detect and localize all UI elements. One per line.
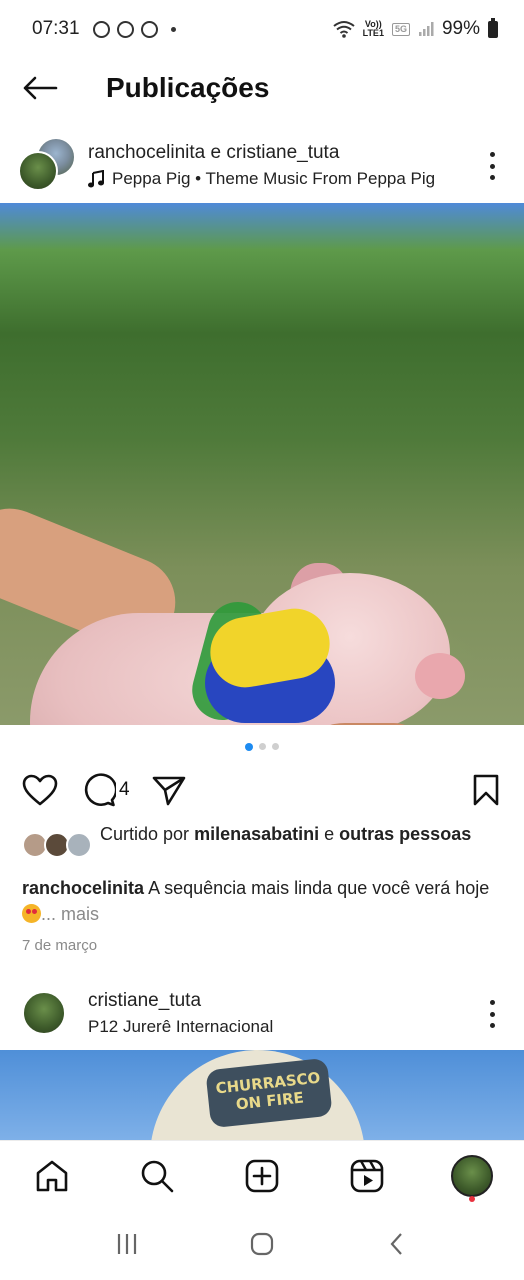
nav-reels[interactable] <box>337 1146 397 1206</box>
post-media[interactable] <box>0 203 524 725</box>
author-link[interactable]: cristiane_tuta <box>226 142 339 163</box>
collab-avatars[interactable] <box>18 137 80 193</box>
avatar <box>18 151 58 191</box>
wifi-icon <box>332 21 355 38</box>
liked-by-avatars <box>22 832 94 860</box>
liked-others[interactable]: outras pessoas <box>339 824 471 844</box>
image-pig-snout <box>415 653 465 699</box>
home-system-button[interactable] <box>249 1231 275 1262</box>
post-meta: ranchocelinita e cristiane_tuta Peppa Pi… <box>88 142 435 189</box>
system-navigation <box>0 1212 524 1280</box>
post-authors: cristiane_tuta <box>88 990 273 1012</box>
liked-user[interactable]: milenasabatini <box>194 824 319 844</box>
post-caption: ranchocelinita A sequência mais linda qu… <box>22 875 502 927</box>
post-actions: 4 <box>0 768 524 812</box>
caption-more-link[interactable]: ... mais <box>41 904 99 924</box>
status-bar: 07:31 Vo)) LTE1 5G 99% <box>0 0 524 58</box>
heart-icon <box>22 774 58 806</box>
music-note-icon <box>88 169 104 187</box>
caption-username[interactable]: ranchocelinita <box>22 878 144 898</box>
post-authors: ranchocelinita e cristiane_tuta <box>88 142 435 164</box>
more-dot <box>489 175 495 180</box>
bottom-navigation <box>0 1140 524 1210</box>
comment-icon <box>84 773 116 807</box>
status-left: 07:31 <box>32 18 176 40</box>
arrow-left-icon <box>23 76 58 100</box>
chevron-left-icon <box>390 1232 402 1255</box>
nav-search[interactable] <box>127 1146 187 1206</box>
nav-create[interactable] <box>232 1146 292 1206</box>
home-icon <box>37 1160 68 1191</box>
author-connector: e <box>210 141 222 163</box>
post-meta: cristiane_tuta P12 Jurerê Internacional <box>88 990 273 1037</box>
battery-percent: 99% <box>441 18 480 39</box>
messenger-icon <box>140 20 158 38</box>
post-options-button[interactable] <box>482 1000 502 1028</box>
plus-square-icon <box>245 1159 279 1192</box>
post-header: cristiane_tuta P12 Jurerê Internacional <box>0 978 524 1048</box>
more-dot <box>489 1011 495 1017</box>
author-avatar[interactable] <box>18 985 80 1041</box>
nav-home[interactable] <box>22 1146 82 1206</box>
back-button[interactable] <box>0 58 80 118</box>
comment-button[interactable]: 4 <box>82 773 130 807</box>
author-link[interactable]: ranchocelinita <box>88 142 205 163</box>
status-time: 07:31 <box>32 18 80 39</box>
bookmark-icon <box>473 774 499 806</box>
carousel-dot-active <box>245 743 253 751</box>
home-system-icon <box>250 1232 274 1255</box>
more-notifications-dot-icon <box>170 26 176 32</box>
recent-apps-button[interactable] <box>114 1231 140 1262</box>
volte-bottom: LTE1 <box>362 28 384 38</box>
author-link[interactable]: cristiane_tuta <box>88 990 201 1011</box>
signal-icon <box>418 22 434 36</box>
send-icon <box>152 776 185 806</box>
heart-eyes-emoji-icon <box>22 904 41 923</box>
avatar <box>22 991 66 1035</box>
location-text: P12 Jurerê Internacional <box>88 1016 274 1036</box>
status-right: Vo)) LTE1 5G 99% <box>332 17 498 40</box>
more-vertical-icon <box>489 152 495 157</box>
nav-profile[interactable] <box>442 1146 502 1206</box>
page-title: Publicações <box>106 72 270 103</box>
reels-icon <box>350 1159 384 1192</box>
app-header: Publicações <box>0 58 524 118</box>
back-system-button[interactable] <box>384 1231 410 1262</box>
network-type: 5G <box>391 22 410 36</box>
liked-prefix: Curtido por <box>100 824 190 844</box>
caption-text: A sequência mais linda que você verá hoj… <box>148 878 490 898</box>
liked-by[interactable]: Curtido por milenasabatini e outras pess… <box>22 822 502 860</box>
share-button[interactable] <box>152 774 186 806</box>
more-dot <box>489 1023 495 1028</box>
music-title: Peppa Pig • Theme Music From Peppa Pig <box>112 168 436 188</box>
music-attribution[interactable]: Peppa Pig • Theme Music From Peppa Pig <box>88 169 435 189</box>
post-media[interactable]: CHURRASCO ON FIRE <box>0 1050 524 1140</box>
notification-dot-icon <box>468 1195 475 1202</box>
like-button[interactable] <box>22 774 58 806</box>
carousel-dot <box>272 743 279 750</box>
comment-count: 4 <box>119 779 130 800</box>
battery-icon <box>488 17 498 38</box>
app-notification-icon <box>92 20 110 38</box>
post-header: ranchocelinita e cristiane_tuta Peppa Pi… <box>0 130 524 200</box>
avatar <box>66 832 92 858</box>
recent-apps-icon <box>118 1233 137 1254</box>
post-location[interactable]: P12 Jurerê Internacional <box>88 1017 273 1037</box>
post-options-button[interactable] <box>482 152 502 180</box>
liked-by-text: Curtido por milenasabatini e outras pess… <box>100 822 471 860</box>
volte-indicator: Vo)) LTE1 <box>363 20 384 38</box>
search-icon <box>141 1160 174 1192</box>
carousel-indicator <box>0 743 524 751</box>
more-dot <box>489 163 495 169</box>
carousel-dot <box>259 743 266 750</box>
more-vertical-icon <box>489 1000 495 1005</box>
post-date: 7 de março <box>22 937 98 954</box>
whatsapp-icon <box>116 20 134 38</box>
liked-connector: e <box>324 824 335 844</box>
save-button[interactable] <box>472 774 500 806</box>
avatar <box>450 1154 493 1197</box>
